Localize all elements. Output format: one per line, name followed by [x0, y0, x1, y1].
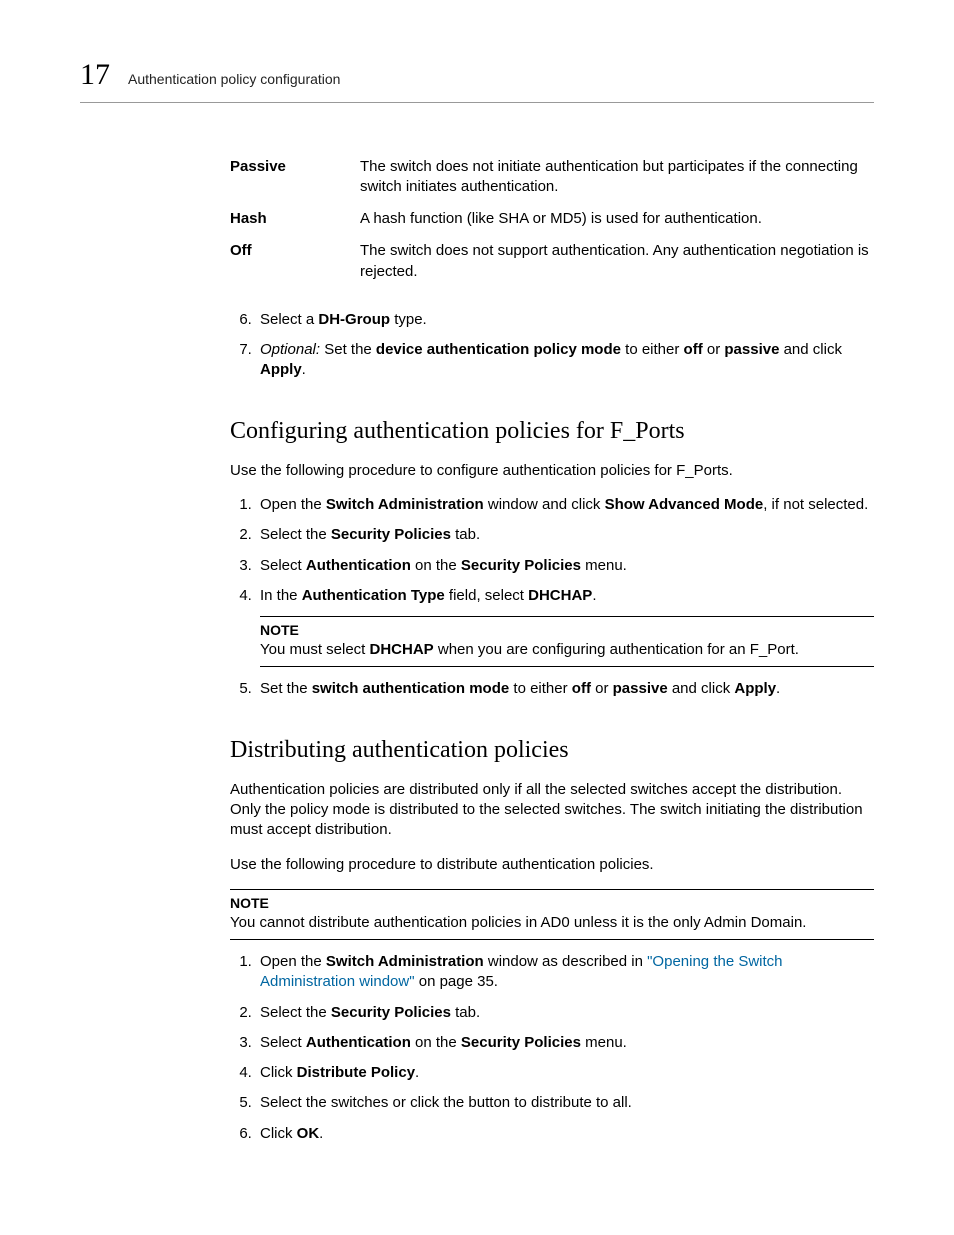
list-item: Select Authentication on the Security Po…: [256, 556, 874, 576]
paragraph: Use the following procedure to distribut…: [230, 855, 874, 875]
running-title: Authentication policy configuration: [128, 70, 340, 89]
def-term: Off: [230, 235, 360, 288]
note-heading: NOTE: [230, 894, 874, 913]
paragraph: Use the following procedure to configure…: [230, 461, 874, 481]
note-heading: NOTE: [260, 621, 874, 640]
list-item: Open the Switch Administration window an…: [256, 495, 874, 515]
list-item: Select Authentication on the Security Po…: [256, 1033, 874, 1053]
note-body: You must select DHCHAP when you are conf…: [260, 640, 874, 660]
section-heading: Configuring authentication policies for …: [230, 415, 874, 447]
chapter-number: 17: [80, 55, 110, 96]
list-item: Optional: Set the device authentication …: [256, 340, 874, 381]
note-box: NOTE You must select DHCHAP when you are…: [260, 616, 874, 667]
table-row: Passive The switch does not initiate aut…: [230, 151, 874, 204]
list-item: Open the Switch Administration window as…: [256, 952, 874, 993]
section-heading: Distributing authentication policies: [230, 734, 874, 766]
def-desc: The switch does not initiate authenticat…: [360, 151, 874, 204]
list-item: Select the Security Policies tab.: [256, 1003, 874, 1023]
table-row: Off The switch does not support authenti…: [230, 235, 874, 288]
list-item: Select the switches or click the button …: [256, 1093, 874, 1113]
list-item: Click OK.: [256, 1124, 874, 1144]
paragraph: Authentication policies are distributed …: [230, 780, 874, 841]
list-item: In the Authentication Type field, select…: [256, 586, 874, 667]
page: 17 Authentication policy configuration P…: [0, 0, 954, 1235]
list-item: Select the Security Policies tab.: [256, 525, 874, 545]
running-header: 17 Authentication policy configuration: [80, 55, 874, 103]
def-term: Hash: [230, 203, 360, 235]
def-term: Passive: [230, 151, 360, 204]
table-row: Hash A hash function (like SHA or MD5) i…: [230, 203, 874, 235]
definition-table: Passive The switch does not initiate aut…: [230, 151, 874, 288]
procedure-list: Open the Switch Administration window as…: [230, 952, 874, 1144]
list-item: Select a DH-Group type.: [256, 310, 874, 330]
note-box: NOTE You cannot distribute authenticatio…: [230, 889, 874, 940]
procedure-list: Open the Switch Administration window an…: [230, 495, 874, 699]
def-desc: The switch does not support authenticati…: [360, 235, 874, 288]
content-block: Passive The switch does not initiate aut…: [230, 151, 874, 1144]
note-body: You cannot distribute authentication pol…: [230, 913, 874, 933]
list-item: Click Distribute Policy.: [256, 1063, 874, 1083]
list-item: Set the switch authentication mode to ei…: [256, 679, 874, 699]
continued-steps: Select a DH-Group type. Optional: Set th…: [230, 310, 874, 381]
def-desc: A hash function (like SHA or MD5) is use…: [360, 203, 874, 235]
